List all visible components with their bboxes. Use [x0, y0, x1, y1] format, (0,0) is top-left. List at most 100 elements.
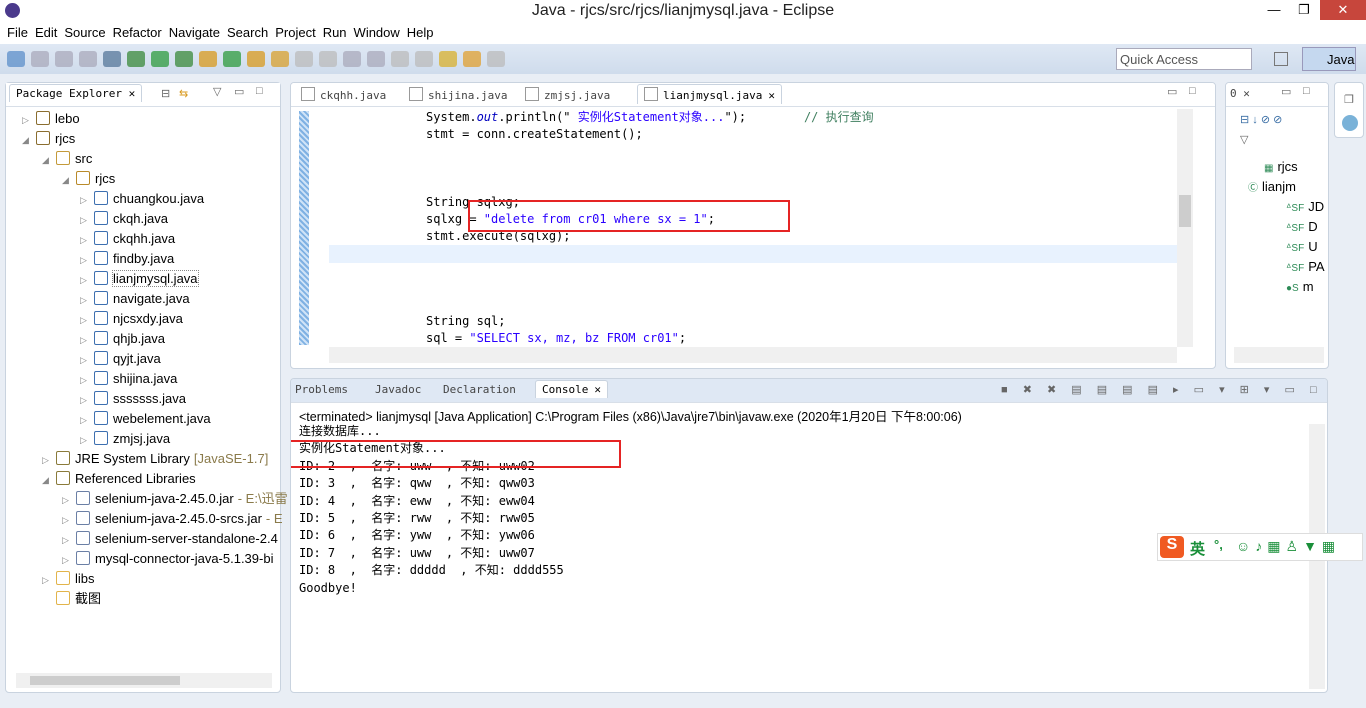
minimize-view-icon[interactable]: ▭: [1281, 85, 1291, 98]
expand-arrow-icon[interactable]: ▷: [62, 530, 76, 550]
expand-arrow-icon[interactable]: ▷: [62, 550, 76, 570]
toolbar-button-icon[interactable]: [127, 51, 145, 67]
tree-item[interactable]: ◢ rjcs: [22, 129, 75, 149]
menu-edit[interactable]: Edit: [28, 22, 57, 40]
outline-item[interactable]: ᐞSF PA: [1286, 257, 1325, 277]
outline-toolbar-icons[interactable]: ⊟ ↓ ⊘ ⊘: [1240, 113, 1282, 126]
tree-item[interactable]: ▷ ckqhh.java: [80, 229, 175, 249]
expand-arrow-icon[interactable]: ▷: [80, 350, 94, 370]
expand-arrow-icon[interactable]: ▷: [80, 250, 94, 270]
toolbar-button-icon[interactable]: [31, 51, 49, 67]
tab-package-explorer[interactable]: Package Explorer ✕: [9, 84, 143, 102]
expand-arrow-icon[interactable]: ▷: [22, 110, 36, 130]
tab-declaration[interactable]: Declaration: [443, 383, 516, 396]
tab-problems[interactable]: Problems: [295, 383, 348, 396]
close-tab-icon[interactable]: ✕: [768, 89, 775, 102]
tree-item[interactable]: ▷ sssssss.java: [80, 389, 186, 409]
expand-arrow-icon[interactable]: ▷: [80, 290, 94, 310]
menu-search[interactable]: Search: [220, 22, 268, 40]
restore-icon[interactable]: ❐: [1344, 93, 1354, 106]
tree-item[interactable]: ▷ selenium-java-2.45.0.jar - E:\迅雷: [62, 489, 288, 509]
collapse-all-icon[interactable]: ⊟: [161, 87, 170, 100]
toolbar-button-icon[interactable]: [103, 51, 121, 67]
menu-window[interactable]: Window: [347, 22, 400, 40]
outline-item[interactable]: ▦ rjcs: [1264, 157, 1298, 177]
tree-item[interactable]: ◢ rjcs: [62, 169, 115, 189]
tab-zmjsj-java[interactable]: zmjsj.java: [525, 87, 610, 102]
toolbar-button-icon[interactable]: [391, 51, 409, 67]
ime-punct-toggle[interactable]: °,: [1214, 537, 1223, 552]
close-tab-icon[interactable]: ✕: [594, 383, 601, 396]
ime-tool-icons[interactable]: ☺♪▦♙▼▦: [1236, 538, 1340, 555]
outline-item[interactable]: ᐞSF JD: [1286, 197, 1324, 217]
toolbar-button-icon[interactable]: [151, 51, 169, 67]
tree-item[interactable]: ▷ navigate.java: [80, 289, 190, 309]
tab-outline[interactable]: 0 ✕: [1230, 87, 1250, 100]
toolbar-button-icon[interactable]: [463, 51, 481, 67]
outline-item[interactable]: ᐞSF D: [1286, 217, 1318, 237]
expand-arrow-icon[interactable]: ◢: [22, 130, 36, 150]
expand-arrow-icon[interactable]: ▷: [80, 230, 94, 250]
tree-item[interactable]: ▷ chuangkou.java: [80, 189, 204, 209]
expand-arrow-icon[interactable]: ◢: [62, 170, 76, 190]
quick-access-input[interactable]: Quick Access: [1116, 48, 1252, 70]
outline-item[interactable]: ●S m: [1286, 277, 1314, 297]
toolbar-button-icon[interactable]: [487, 51, 505, 67]
expand-arrow-icon[interactable]: ▷: [80, 330, 94, 350]
outline-item[interactable]: Ⓒlianjm: [1248, 177, 1296, 197]
menu-refactor[interactable]: Refactor: [106, 22, 162, 40]
minimize-view-icon[interactable]: ▭: [234, 85, 244, 98]
horizontal-scrollbar[interactable]: [1234, 347, 1324, 363]
expand-arrow-icon[interactable]: ▷: [62, 490, 76, 510]
expand-arrow-icon[interactable]: ◢: [42, 470, 56, 490]
expand-arrow-icon[interactable]: ▷: [80, 190, 94, 210]
menu-help[interactable]: Help: [400, 22, 434, 40]
expand-arrow-icon[interactable]: ▷: [80, 210, 94, 230]
tree-item[interactable]: ▷ findby.java: [80, 249, 174, 269]
tree-item[interactable]: ▷ selenium-server-standalone-2.4: [62, 529, 278, 549]
java-perspective-button[interactable]: Java: [1302, 47, 1356, 71]
expand-arrow-icon[interactable]: ▷: [80, 430, 94, 450]
tree-item[interactable]: ◢ src: [42, 149, 92, 169]
tree-item[interactable]: ▷ JRE System Library [JavaSE-1.7]: [42, 449, 268, 469]
tab-console[interactable]: Console ✕: [535, 380, 608, 398]
tab-javadoc[interactable]: Javadoc: [375, 383, 421, 396]
menu-project[interactable]: Project: [268, 22, 315, 40]
toolbar-button-icon[interactable]: [79, 51, 97, 67]
tree-item[interactable]: ▷ shijina.java: [80, 369, 177, 389]
toolbar-button-icon[interactable]: [7, 51, 25, 67]
expand-arrow-icon[interactable]: ▷: [80, 370, 94, 390]
vertical-scrollbar[interactable]: [1177, 109, 1193, 347]
expand-arrow-icon[interactable]: ▷: [80, 390, 94, 410]
tree-item[interactable]: ▷ lebo: [22, 109, 80, 129]
view-menu-icon[interactable]: ▽: [213, 85, 221, 98]
tree-item[interactable]: ◢ Referenced Libraries: [42, 469, 196, 489]
menu-file[interactable]: File: [0, 22, 28, 40]
close-button[interactable]: ✕: [1320, 0, 1366, 20]
tab-ckqhh-java[interactable]: ckqhh.java: [301, 87, 386, 102]
toolbar-button-icon[interactable]: [247, 51, 265, 67]
tree-item[interactable]: ▷ njcsxdy.java: [80, 309, 183, 329]
minimize-view-icon[interactable]: ▭: [1167, 85, 1177, 98]
ime-lang-toggle[interactable]: 英: [1190, 538, 1205, 559]
link-editor-icon[interactable]: ⇆: [179, 87, 188, 100]
tree-item[interactable]: ▷ ckqh.java: [80, 209, 168, 229]
tree-item[interactable]: ▷ mysql-connector-java-5.1.39-bi: [62, 549, 273, 569]
toolbar-button-icon[interactable]: [199, 51, 217, 67]
expand-arrow-icon[interactable]: ▷: [80, 410, 94, 430]
open-perspective-icon[interactable]: [1274, 52, 1288, 66]
expand-arrow-icon[interactable]: ◢: [42, 150, 56, 170]
tree-item[interactable]: ▷ qyjt.java: [80, 349, 161, 369]
tree-item[interactable]: ▷ webelement.java: [80, 409, 211, 429]
minimize-button[interactable]: —: [1260, 0, 1288, 20]
toolbar-button-icon[interactable]: [223, 51, 241, 67]
menu-run[interactable]: Run: [316, 22, 347, 40]
toolbar-button-icon[interactable]: [295, 51, 313, 67]
tree-item[interactable]: 截图: [42, 589, 101, 609]
toolbar-button-icon[interactable]: [439, 51, 457, 67]
view-menu-icon[interactable]: ▽: [1240, 133, 1248, 146]
menu-source[interactable]: Source: [57, 22, 105, 40]
maximize-view-icon[interactable]: □: [256, 85, 263, 97]
expand-arrow-icon[interactable]: ▷: [80, 310, 94, 330]
toolbar-button-icon[interactable]: [415, 51, 433, 67]
